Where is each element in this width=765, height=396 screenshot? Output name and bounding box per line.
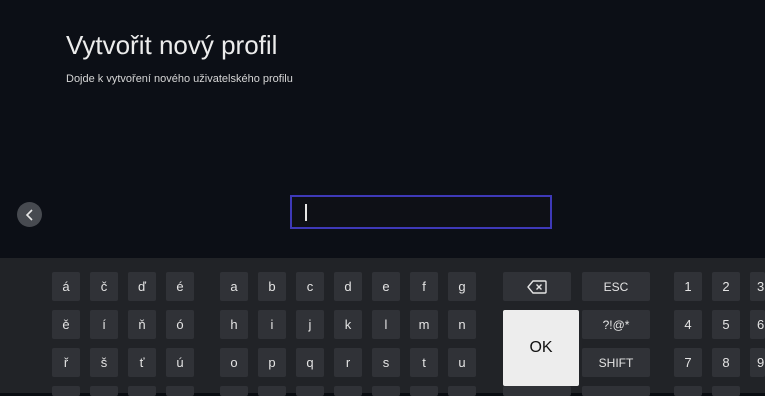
key-9[interactable]: 9 [750,348,765,377]
key-partial[interactable] [258,386,286,396]
key-partial[interactable] [410,386,438,396]
key-8[interactable]: 8 [712,348,740,377]
key-partial[interactable] [334,386,362,396]
key-m[interactable]: m [410,310,438,339]
key-g[interactable]: g [448,272,476,301]
key-o[interactable]: o [220,348,248,377]
key-u[interactable]: u [448,348,476,377]
shift-key[interactable]: SHIFT [582,348,650,377]
key-i-acute[interactable]: í [90,310,118,339]
key-partial[interactable] [296,386,324,396]
key-partial[interactable] [674,386,702,396]
key-s[interactable]: s [372,348,400,377]
key-h[interactable]: h [220,310,248,339]
key-s-caron[interactable]: š [90,348,118,377]
key-partial[interactable] [52,386,80,396]
key-e[interactable]: e [372,272,400,301]
key-partial[interactable] [166,386,194,396]
on-screen-keyboard: á č ď é ě í ň ó ř š ť ú a b c d e f g h … [0,258,765,396]
key-r-caron[interactable]: ř [52,348,80,377]
key-c[interactable]: c [296,272,324,301]
key-d[interactable]: d [334,272,362,301]
esc-key[interactable]: ESC [582,272,650,301]
key-d-caron[interactable]: ď [128,272,156,301]
key-t[interactable]: t [410,348,438,377]
key-partial[interactable] [128,386,156,396]
key-k[interactable]: k [334,310,362,339]
page-subtitle: Dojde k vytvoření nového uživatelského p… [66,73,293,85]
back-button[interactable] [17,202,42,227]
key-5[interactable]: 5 [712,310,740,339]
key-partial[interactable] [712,386,740,396]
key-6[interactable]: 6 [750,310,765,339]
key-e-acute[interactable]: é [166,272,194,301]
key-partial[interactable] [448,386,476,396]
key-1[interactable]: 1 [674,272,702,301]
backspace-key[interactable] [503,272,571,301]
key-7[interactable]: 7 [674,348,702,377]
backspace-icon [527,279,547,294]
symbols-key[interactable]: ?!@* [582,310,650,339]
key-p[interactable]: p [258,348,286,377]
key-a-acute[interactable]: á [52,272,80,301]
key-n-caron[interactable]: ň [128,310,156,339]
key-b[interactable]: b [258,272,286,301]
key-partial[interactable] [503,386,571,396]
page-title: Vytvořit nový profil [66,30,278,60]
key-partial[interactable] [372,386,400,396]
profile-name-input[interactable] [290,195,552,229]
ok-key[interactable]: OK [503,310,579,386]
key-4[interactable]: 4 [674,310,702,339]
key-2[interactable]: 2 [712,272,740,301]
key-partial[interactable] [582,386,650,396]
key-n[interactable]: n [448,310,476,339]
key-t-caron[interactable]: ť [128,348,156,377]
key-i[interactable]: i [258,310,286,339]
key-j[interactable]: j [296,310,324,339]
key-e-caron[interactable]: ě [52,310,80,339]
key-f[interactable]: f [410,272,438,301]
key-partial[interactable] [220,386,248,396]
key-partial[interactable] [90,386,118,396]
key-u-acute[interactable]: ú [166,348,194,377]
chevron-left-icon [25,208,33,221]
key-r[interactable]: r [334,348,362,377]
text-cursor [305,204,307,221]
key-a[interactable]: a [220,272,248,301]
key-o-acute[interactable]: ó [166,310,194,339]
key-3[interactable]: 3 [750,272,765,301]
key-c-caron[interactable]: č [90,272,118,301]
dialog-area: Vytvořit nový profil Dojde k vytvoření n… [0,0,765,258]
key-l[interactable]: l [372,310,400,339]
key-q[interactable]: q [296,348,324,377]
